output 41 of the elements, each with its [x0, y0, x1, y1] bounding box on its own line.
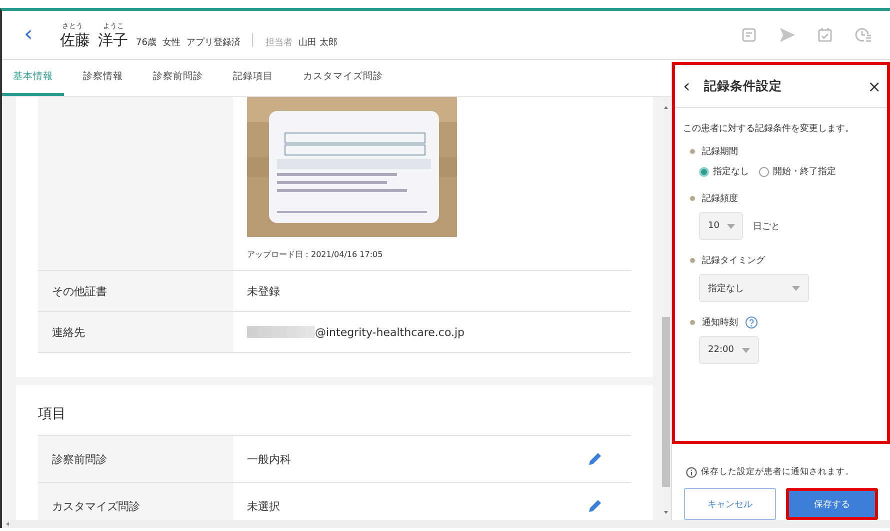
- label-cell: 診察前問診: [38, 436, 233, 482]
- field-label: 通知時刻: [702, 316, 738, 329]
- dropdown[interactable]: 22:00: [699, 336, 759, 364]
- registration-status: アプリ登録済: [186, 36, 240, 48]
- dropdown[interactable]: 指定なし: [699, 274, 809, 302]
- value-cell: 一般内科: [247, 452, 291, 466]
- value-cell-text: 未登録: [246, 284, 281, 300]
- patient-age: 76歳: [136, 36, 156, 48]
- back-button[interactable]: ‹: [683, 76, 690, 96]
- field-label: 記録期間: [702, 146, 738, 158]
- save-button[interactable]: 保存する: [786, 488, 878, 520]
- patient-gender: 女性: [162, 36, 180, 48]
- upload-date: アップロード日：2021/04/16 17:05: [247, 249, 383, 260]
- dropdown[interactable]: 10: [699, 212, 743, 240]
- option-label: 開始・終了指定: [773, 166, 836, 178]
- email-text: @integrity-healthcare.co.jp: [315, 326, 465, 338]
- close-button[interactable]: ×: [866, 76, 883, 96]
- staff-name: 山田 太郎: [298, 36, 338, 48]
- tab[interactable]: 診察前問診: [142, 60, 214, 96]
- field-label: 記録頻度: [702, 192, 738, 205]
- label-cell: その他証書: [38, 271, 233, 311]
- option-label: 指定なし: [713, 166, 749, 178]
- tab[interactable]: 診察情報: [72, 60, 134, 96]
- panel-description: この患者に対する記録条件を変更します。: [683, 122, 855, 135]
- notice-text: 保存した設定が患者に通知されます。: [701, 466, 854, 478]
- field-label: 記録タイミング: [702, 254, 765, 267]
- section-title: 項目: [38, 405, 67, 424]
- tab[interactable]: カスタマイズ問診: [292, 60, 394, 96]
- patient-family-name: 佐藤: [60, 30, 90, 50]
- staff-label: 担当者: [265, 36, 292, 48]
- label-cell: 連絡先: [38, 312, 233, 352]
- back-button[interactable]: ‹: [24, 24, 60, 46]
- panel-title: 記録条件設定: [704, 78, 784, 94]
- unit-label: 日ごと: [753, 220, 780, 232]
- tab[interactable]: 記録項目: [222, 60, 284, 96]
- value-cell: 未選択: [247, 498, 280, 514]
- label-cell: カスタマイズ問診: [38, 483, 233, 520]
- patient-given-name: 洋子: [98, 30, 128, 50]
- radio-option[interactable]: 指定なし: [699, 165, 749, 178]
- cancel-button[interactable]: キャンセル: [684, 488, 776, 520]
- radio-option[interactable]: 開始・終了指定: [759, 165, 836, 178]
